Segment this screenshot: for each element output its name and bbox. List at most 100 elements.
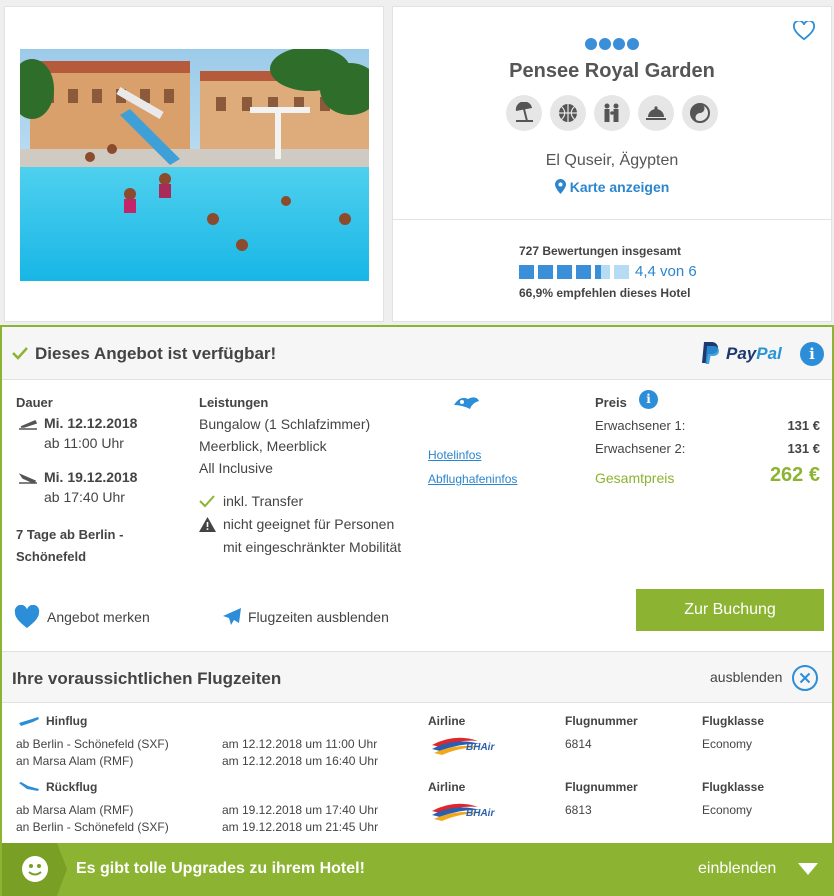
star-dot-icon <box>599 38 611 50</box>
airline-logo-text: BHAir <box>466 742 495 753</box>
hide-flight-times-link[interactable]: ausblenden <box>710 669 782 685</box>
outbound-plane-icon <box>19 717 39 726</box>
return-date: Mi. 19.12.2018 <box>44 469 138 485</box>
trip-summary-line2: Schönefeld <box>16 549 87 564</box>
adult2-label: Erwachsener 2: <box>595 441 686 456</box>
return-dep-time: am 19.12.2018 um 17:40 Uhr <box>222 803 379 817</box>
show-map-label: Karte anzeigen <box>569 179 670 195</box>
rating-block <box>538 265 553 279</box>
outbound-date: Mi. 12.12.2018 <box>44 415 138 431</box>
show-upgrades-label[interactable]: einblenden <box>698 860 776 878</box>
col-flight-number: Flugnummer <box>565 780 638 794</box>
tour-operator-logo-icon <box>454 397 479 409</box>
arrival-plane-icon <box>18 473 37 485</box>
rating-block <box>557 265 572 279</box>
star-dot-icon <box>627 38 639 50</box>
offer-available-title: Dieses Angebot ist verfügbar! <box>35 344 277 363</box>
departure-plane-icon <box>19 419 38 430</box>
save-offer-label: Angebot merken <box>47 609 150 625</box>
total-label: Gesamtpreis <box>595 470 675 486</box>
flight-times-title: Ihre voraussichtlichen Flugzeiten <box>12 669 282 688</box>
service-item: Bungalow (1 Schlafzimmer) <box>199 416 371 432</box>
hotel-photo-card <box>4 6 384 322</box>
rating-block <box>519 265 534 279</box>
close-icon[interactable] <box>792 665 818 691</box>
hotel-info-link[interactable]: Hotelinfos <box>428 448 481 462</box>
family-icon <box>594 95 630 131</box>
service-item: All Inclusive <box>199 460 273 476</box>
return-flight-class: Economy <box>702 803 753 817</box>
return-from: ab Marsa Alam (RMF) <box>16 803 134 817</box>
col-flight-class: Flugklasse <box>702 780 765 794</box>
paypal-info-icon[interactable]: i <box>800 342 824 366</box>
price-info-icon[interactable]: i <box>639 390 658 409</box>
hotel-name: Pensee Royal Garden <box>509 60 715 82</box>
chevron-down-icon[interactable] <box>798 863 818 875</box>
upgrade-arrow <box>57 843 67 896</box>
return-arr-time: am 19.12.2018 um 21:45 Uhr <box>222 820 379 834</box>
total-price: 262 € <box>769 464 820 486</box>
smiley-icon <box>22 856 48 882</box>
return-time: ab 17:40 Uhr <box>44 489 125 505</box>
show-map-link[interactable]: Karte anzeigen <box>393 179 831 195</box>
flight-times-header: Ihre voraussichtlichen Flugzeiten ausble… <box>2 651 832 703</box>
transfer-check-icon <box>199 495 215 508</box>
return-label: Rückflug <box>46 780 98 794</box>
upgrade-icon-area <box>2 843 57 896</box>
save-offer-button[interactable]: Angebot merken <box>14 604 150 631</box>
rating-block-empty <box>614 265 629 279</box>
hotel-photo[interactable] <box>20 49 369 281</box>
hide-flights-button[interactable]: Flugzeiten ausblenden <box>220 605 389 631</box>
hotel-info-card: Pensee Royal Garden El Quseir, Ägypten K… <box>392 6 832 322</box>
offer-card: Dieses Angebot ist verfügbar! PayPal i D… <box>0 325 834 896</box>
col-flight-class: Flugklasse <box>702 714 765 728</box>
transfer-included: inkl. Transfer <box>223 493 304 509</box>
hide-flights-label: Flugzeiten ausblenden <box>248 609 389 625</box>
dining-icon <box>638 95 674 131</box>
star-dot-icon <box>613 38 625 50</box>
duration-label: Dauer <box>16 395 53 410</box>
heart-icon <box>14 604 40 628</box>
service-item: Meerblick, Meerblick <box>199 438 327 454</box>
amenity-icons <box>393 95 831 131</box>
adult1-label: Erwachsener 1: <box>595 418 686 433</box>
outbound-arr-time: am 12.12.2018 um 16:40 Uhr <box>222 754 379 768</box>
mobility-warning-line2: mit eingeschränkter Mobilität <box>223 539 402 555</box>
airline-logo: BHAir <box>430 735 504 762</box>
adult1-price: 131 € <box>787 418 820 433</box>
hotel-location: El Quseir, Ägypten <box>545 152 679 169</box>
paypal-logo-icon <box>702 342 719 364</box>
mobility-warning-line1: nicht geeignet für Personen <box>223 516 395 532</box>
recommend-rate: 66,9% empfehlen dieses Hotel <box>519 286 691 300</box>
upgrade-banner[interactable]: Es gibt tolle Upgrades zu ihrem Hotel! e… <box>2 843 832 896</box>
map-pin-icon <box>554 179 566 194</box>
offer-header: Dieses Angebot ist verfügbar! PayPal i <box>2 327 832 380</box>
airport-info-link[interactable]: Abflughafeninfos <box>428 472 517 486</box>
outbound-to: an Marsa Alam (RMF) <box>16 754 134 768</box>
return-flight-number: 6813 <box>565 803 592 817</box>
favorite-heart-icon[interactable] <box>793 19 815 43</box>
rating-score: 4,4 von 6 <box>635 263 697 280</box>
outbound-time: ab 11:00 Uhr <box>44 435 124 451</box>
info-divider <box>393 219 831 220</box>
reviews-total: 727 Bewertungen insgesamt <box>519 244 682 258</box>
airline-logo: BHAir <box>430 801 504 828</box>
return-plane-icon <box>19 782 39 791</box>
outbound-dep-time: am 12.12.2018 um 11:00 Uhr <box>222 737 378 751</box>
col-flight-number: Flugnummer <box>565 714 638 728</box>
trip-summary-line1: 7 Tage ab Berlin - <box>16 527 124 542</box>
book-button[interactable]: Zur Buchung <box>636 589 824 631</box>
services-label: Leistungen <box>199 395 269 410</box>
sports-ball-icon <box>550 95 586 131</box>
airline-logo-text: BHAir <box>466 808 495 819</box>
check-icon <box>12 347 28 360</box>
beach-icon <box>506 95 542 131</box>
adult2-price: 131 € <box>787 441 820 456</box>
price-label: Preis <box>595 395 627 410</box>
outbound-flight-class: Economy <box>702 737 753 751</box>
rating-block <box>576 265 591 279</box>
upgrade-text: Es gibt tolle Upgrades zu ihrem Hotel! <box>76 860 365 877</box>
warning-icon <box>199 517 216 532</box>
hotel-stars <box>393 37 831 55</box>
outbound-from: ab Berlin - Schönefeld (SXF) <box>16 737 169 751</box>
